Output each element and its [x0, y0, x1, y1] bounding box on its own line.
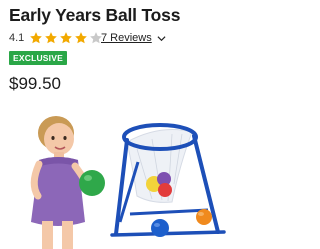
green-ball [79, 170, 105, 196]
rating-value: 4.1 [9, 32, 25, 44]
reviews-label: 7 Reviews [101, 32, 152, 44]
star-icon [60, 32, 72, 44]
product-image[interactable] [12, 104, 249, 249]
rating-row: 4.1 [9, 30, 103, 46]
star-rating [29, 31, 103, 45]
exclusive-badge: EXCLUSIVE [9, 51, 67, 65]
product-title: Early Years Ball Toss [9, 5, 181, 25]
chevron-down-icon [157, 35, 166, 41]
star-icon [45, 32, 57, 44]
blue-ball [151, 219, 169, 237]
product-price: $99.50 [9, 74, 61, 93]
star-icon [30, 32, 42, 44]
star-icon [75, 32, 87, 44]
toddler-figure [30, 116, 90, 249]
product-illustration [30, 116, 226, 249]
reviews-link[interactable]: 7 Reviews [101, 30, 166, 46]
red-ball [158, 183, 172, 197]
orange-ball [196, 209, 212, 225]
